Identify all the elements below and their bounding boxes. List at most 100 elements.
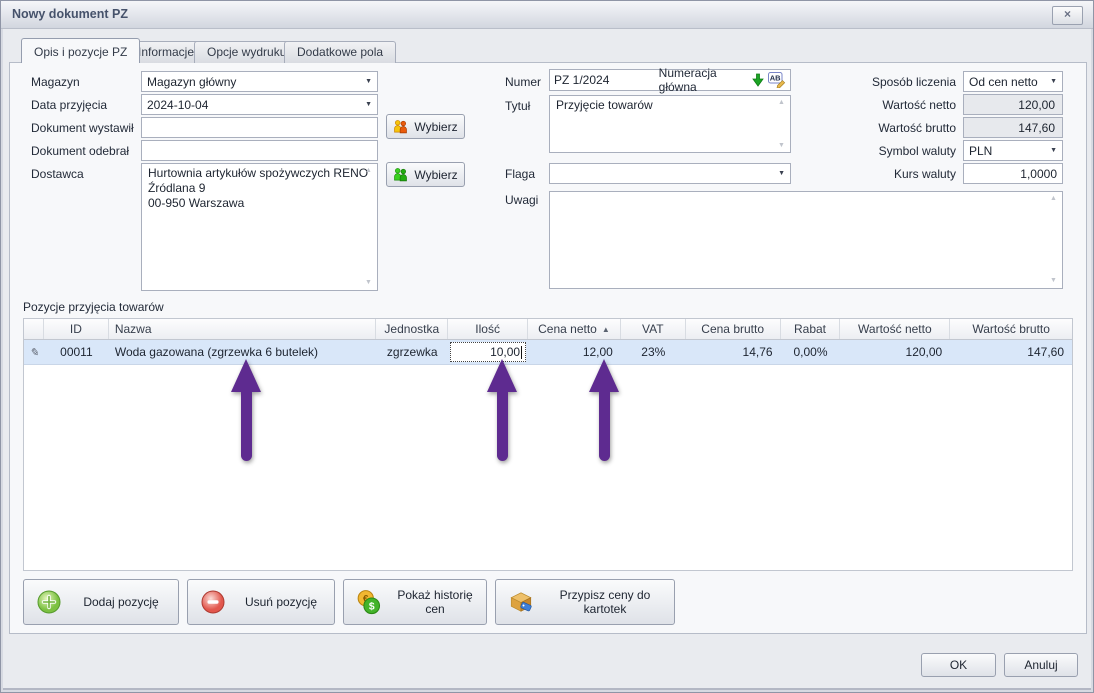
anuluj-label: Anuluj — [1024, 658, 1057, 672]
grid-header-marker — [24, 319, 44, 339]
pozycje-section-label: Pozycje przyjęcia towarów — [23, 300, 164, 314]
scroll-down-icon[interactable]: ▼ — [778, 142, 785, 149]
chevron-down-icon[interactable]: ▼ — [365, 78, 372, 85]
przypisz-ceny-label: Przypisz ceny do kartotek — [544, 588, 674, 616]
tytul-textarea[interactable]: Przyjęcie towarów — [549, 95, 791, 153]
sposob-liczenia-value: Od cen netto — [969, 75, 1046, 89]
dokument-wystawil-label: Dokument wystawił — [31, 121, 134, 135]
grid-header-rabat[interactable]: Rabat — [781, 319, 841, 339]
tab-dodatkowe-pola[interactable]: Dodatkowe pola — [284, 41, 396, 63]
people-orange-icon — [393, 119, 408, 134]
wartosc-netto-field: 120,00 — [963, 94, 1063, 115]
scroll-down-icon[interactable]: ▼ — [1050, 277, 1057, 284]
ok-button[interactable]: OK — [921, 653, 996, 677]
cell-wartosc-netto[interactable]: 120,00 — [840, 340, 950, 364]
data-przyjecia-value: 2024-10-04 — [147, 98, 361, 112]
scroll-up-icon[interactable]: ▲ — [1050, 195, 1057, 202]
dodaj-pozycje-button[interactable]: Dodaj pozycję — [23, 579, 179, 625]
usun-pozycje-label: Usuń pozycję — [236, 595, 334, 609]
kurs-waluty-label: Kurs waluty — [846, 167, 956, 181]
grid-header-cena-netto[interactable]: Cena netto ▲ — [528, 319, 621, 339]
dokument-wystawil-input[interactable] — [141, 117, 378, 138]
dostawca-label: Dostawca — [31, 167, 84, 181]
wybierz-label: Wybierz — [414, 168, 457, 182]
uwagi-textarea[interactable] — [549, 191, 1063, 289]
positions-grid: ID Nazwa Jednostka Ilość Cena netto ▲ VA… — [23, 318, 1073, 571]
row-edit-marker: ✎ — [24, 340, 44, 364]
cell-id[interactable]: 00011 — [44, 340, 109, 364]
grid-header-vat[interactable]: VAT — [621, 319, 686, 339]
annotation-arrow-ilosc — [487, 359, 517, 461]
wybierz-wystawil-button[interactable]: Wybierz — [386, 114, 465, 139]
numeracja-label: Numeracja główna — [659, 66, 748, 94]
pokaz-historie-cen-button[interactable]: € $ Pokaż historię cen — [343, 579, 487, 625]
box-price-tag-icon — [508, 589, 534, 615]
cell-rabat[interactable]: 0,00% — [781, 340, 841, 364]
grid-header-wartosc-brutto[interactable]: Wartość brutto — [950, 319, 1072, 339]
svg-text:$: $ — [369, 602, 375, 613]
tab-label: Opcje wydruku — [207, 45, 286, 59]
green-down-arrow-icon[interactable] — [752, 73, 764, 87]
annotation-arrow-nazwa — [231, 359, 261, 461]
close-icon: × — [1064, 7, 1071, 21]
chevron-down-icon[interactable]: ▼ — [365, 101, 372, 108]
wybierz-dostawca-button[interactable]: Wybierz — [386, 162, 465, 187]
cell-jednostka[interactable]: zgrzewka — [376, 340, 448, 364]
coins-icon: € $ — [356, 589, 382, 615]
grid-header-cena-brutto[interactable]: Cena brutto — [686, 319, 781, 339]
magazyn-combo[interactable]: Magazyn główny ▼ — [141, 71, 378, 92]
cell-wartosc-brutto[interactable]: 147,60 — [950, 340, 1072, 364]
svg-text:AB: AB — [770, 74, 781, 83]
annotation-arrow-cena-netto — [589, 359, 619, 461]
flaga-label: Flaga — [505, 167, 535, 181]
cell-vat[interactable]: 23% — [621, 340, 686, 364]
close-button[interactable]: × — [1052, 6, 1083, 25]
cell-cena-brutto[interactable]: 14,76 — [686, 340, 781, 364]
usun-pozycje-button[interactable]: Usuń pozycję — [187, 579, 335, 625]
data-przyjecia-combo[interactable]: 2024-10-04 ▼ — [141, 94, 378, 115]
arrow-shaft — [599, 391, 610, 461]
chevron-down-icon[interactable]: ▼ — [1050, 147, 1057, 154]
text-caret — [521, 346, 522, 359]
tab-label: Informacje — [138, 45, 194, 59]
uwagi-label: Uwagi — [505, 193, 538, 207]
chevron-down-icon[interactable]: ▼ — [778, 170, 785, 177]
przypisz-ceny-button[interactable]: Przypisz ceny do kartotek — [495, 579, 675, 625]
scroll-up-icon[interactable]: ▲ — [365, 167, 372, 174]
dokument-odebral-input[interactable] — [141, 140, 378, 161]
scroll-down-icon[interactable]: ▼ — [365, 279, 372, 286]
wartosc-brutto-field: 147,60 — [963, 117, 1063, 138]
sposob-liczenia-combo[interactable]: Od cen netto ▼ — [963, 71, 1063, 92]
rename-ab-pencil-icon[interactable]: AB — [768, 72, 786, 88]
sort-ascending-icon: ▲ — [602, 325, 610, 334]
grid-header-jednostka[interactable]: Jednostka — [376, 319, 448, 339]
symbol-waluty-label: Symbol waluty — [846, 144, 956, 158]
anuluj-button[interactable]: Anuluj — [1004, 653, 1078, 677]
chevron-down-icon[interactable]: ▼ — [1050, 78, 1057, 85]
arrow-head — [487, 359, 517, 392]
grid-header-wartosc-netto[interactable]: Wartość netto — [840, 319, 950, 339]
arrow-shaft — [497, 391, 508, 461]
flaga-combo[interactable]: ▼ — [549, 163, 791, 184]
kurs-waluty-input[interactable] — [963, 163, 1063, 184]
window-title: Nowy dokument PZ — [12, 7, 128, 21]
grid-header-ilosc[interactable]: Ilość — [448, 319, 528, 339]
table-row[interactable]: ✎ 00011 Woda gazowana (zgrzewka 6 butele… — [24, 340, 1072, 365]
title-bar[interactable]: Nowy dokument PZ × — [1, 1, 1093, 29]
dialog-nowy-dokument-pz: Nowy dokument PZ × Opis i pozycje PZ Inf… — [0, 0, 1094, 693]
grid-header-nazwa[interactable]: Nazwa — [109, 319, 377, 339]
tab-opis-i-pozycje[interactable]: Opis i pozycje PZ — [21, 38, 140, 63]
symbol-waluty-combo[interactable]: PLN ▼ — [963, 140, 1063, 161]
arrow-head — [589, 359, 619, 392]
tytul-label: Tytuł — [505, 99, 530, 113]
tab-label: Dodatkowe pola — [297, 45, 383, 59]
dostawca-textarea[interactable]: Hurtownia artykułów spożywczych RENO Źró… — [141, 163, 378, 291]
scroll-up-icon[interactable]: ▲ — [778, 99, 785, 106]
arrow-head — [231, 359, 261, 392]
grid-header-id[interactable]: ID — [44, 319, 109, 339]
ilosc-value: 10,00 — [490, 345, 520, 359]
grid-header-row: ID Nazwa Jednostka Ilość Cena netto ▲ VA… — [24, 319, 1072, 340]
plus-circle-icon — [36, 589, 62, 615]
tab-label: Opis i pozycje PZ — [34, 45, 127, 59]
numer-field[interactable]: PZ 1/2024 Numeracja główna AB — [549, 69, 791, 91]
